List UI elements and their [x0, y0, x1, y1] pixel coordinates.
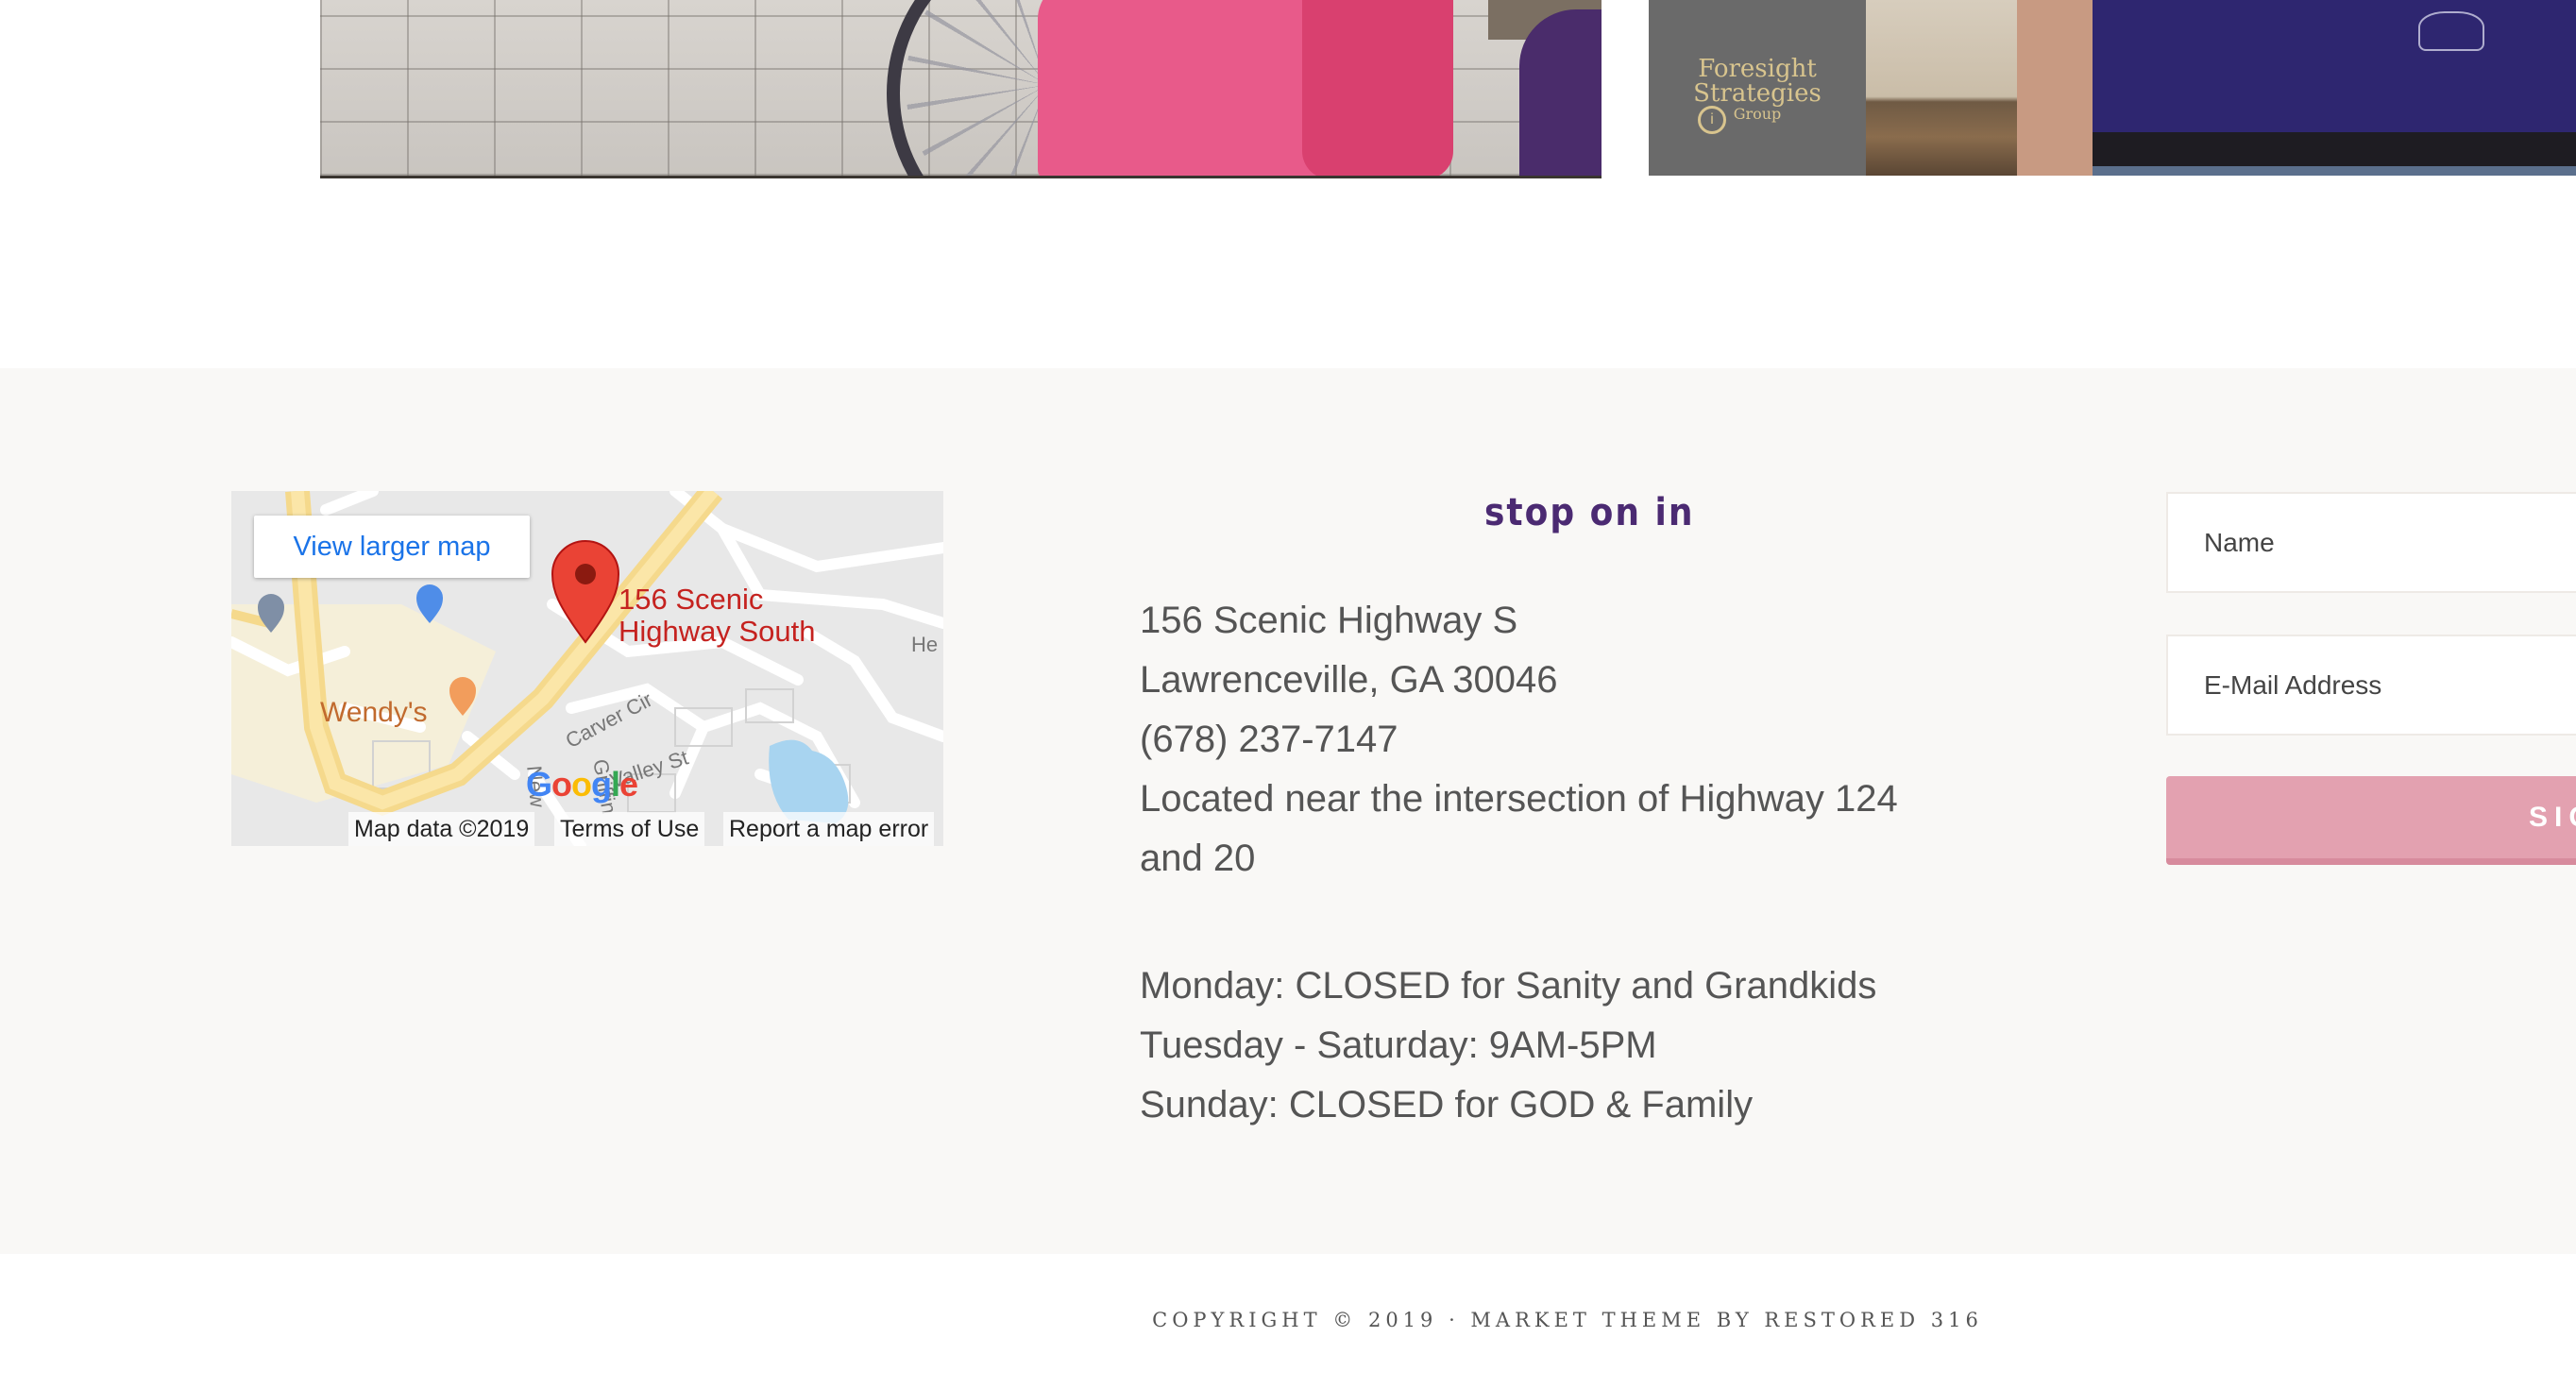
terms-of-use-link[interactable]: Terms of Use — [554, 812, 705, 846]
map-street-he: He — [911, 633, 939, 656]
map-place-line-1: 156 Scenic — [619, 583, 764, 616]
hours-tuesday-saturday: Tuesday - Saturday: 9AM-5PM — [1140, 1024, 1657, 1066]
sign-up-button[interactable]: SIGN UP — [2166, 776, 2576, 865]
email-input[interactable] — [2168, 636, 2576, 734]
view-larger-map-link[interactable]: View larger map — [254, 516, 530, 578]
foresight-logo-panel: Foresight Strategies Group i — [1649, 0, 1866, 176]
copyright-text: COPYRIGHT © 2019 · MARKET THEME BY RESTO… — [1152, 1309, 1983, 1331]
report-map-error-link[interactable]: Report a map error — [723, 812, 935, 846]
foresight-logo: Foresight Strategies Group — [1649, 57, 1866, 123]
location-note-line-2: and 20 — [1140, 838, 1256, 879]
foresight-photo[interactable]: Foresight Strategies Group i — [1649, 0, 2576, 176]
phone-number[interactable]: (678) 237-7147 — [1140, 710, 1990, 770]
photo-pink-jacket-fold — [1302, 0, 1453, 176]
info-spacer — [1140, 889, 1990, 956]
google-map[interactable]: View larger map 156 Scenic Highway South… — [231, 491, 943, 846]
map-place-label: 156 Scenic Highway South — [619, 584, 816, 648]
logo-line-3: Group — [1733, 105, 1782, 123]
seal-icon: i — [1698, 106, 1726, 134]
photo-belt — [2093, 132, 2576, 166]
map-data-label: Map data ©2019 — [348, 812, 535, 846]
photo-purple-bag — [1519, 9, 1602, 176]
location-note-line-1: Located near the intersection of Highway… — [1140, 778, 1898, 820]
name-input[interactable] — [2168, 494, 2576, 591]
shirt-logo-icon — [2418, 11, 2484, 51]
photo-jeans — [2093, 166, 2576, 176]
hours-monday: Monday: CLOSED for Sanity and Grandkids — [1140, 965, 1877, 1007]
wheelchair-photo[interactable] — [320, 0, 1602, 178]
name-field-wrapper — [2166, 492, 2576, 593]
address-line-1: 156 Scenic Highway S — [1140, 600, 1518, 641]
map-poi-wendys[interactable]: Wendy's — [320, 697, 428, 729]
logo-line-2: Strategies — [1693, 79, 1822, 108]
email-field-wrapper — [2166, 635, 2576, 736]
photo-arm — [2017, 0, 2093, 176]
map-attribution: Map data ©2019 Terms of Use Report a map… — [231, 812, 943, 846]
logo-line-1: Foresight — [1698, 55, 1817, 83]
address-line-2: Lawrenceville, GA 30046 — [1140, 659, 1558, 701]
map-place-line-2: Highway South — [619, 615, 816, 648]
google-logo[interactable]: Google — [526, 765, 638, 804]
widget-heading: stop on in — [1484, 491, 1695, 534]
store-info: 156 Scenic Highway S Lawrenceville, GA 3… — [1140, 591, 1990, 1135]
hours-sunday: Sunday: CLOSED for GOD & Family — [1140, 1084, 1754, 1126]
